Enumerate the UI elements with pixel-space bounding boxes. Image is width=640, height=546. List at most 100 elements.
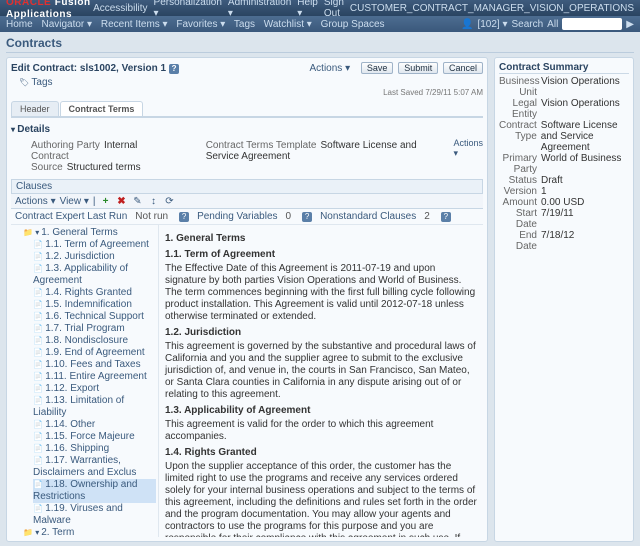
help-menu[interactable]: Help ▾ <box>297 0 318 19</box>
authoring-party-value: Internal <box>104 140 137 151</box>
summary-key: Amount <box>499 197 541 208</box>
clause-tree[interactable]: ▾1. General Terms 1.1. Term of Agreement… <box>11 225 159 537</box>
expert-label: Contract Expert Last Run <box>15 211 127 222</box>
recent-items-menu[interactable]: Recent Items ▾ <box>101 19 168 30</box>
tree-item[interactable]: 1.10. Fees and Taxes <box>33 359 156 371</box>
tree-item[interactable]: 1.5. Indemnification <box>33 299 156 311</box>
doc-h12: 1.2. Jurisdiction <box>165 327 477 339</box>
summary-val: World of Business <box>541 153 621 175</box>
template-label: Contract Terms Template <box>206 140 317 151</box>
tree-item[interactable]: 1.11. Entire Agreement <box>33 371 156 383</box>
help-icon[interactable]: ? <box>441 212 451 222</box>
search-input[interactable] <box>562 18 622 30</box>
tab-header[interactable]: Header <box>11 101 59 116</box>
refresh-icon[interactable]: ⟳ <box>164 195 176 207</box>
cancel-button[interactable]: Cancel <box>443 62 483 74</box>
personalization-menu[interactable]: Personalization ▾ <box>154 0 222 19</box>
edit-title: Edit Contract: sls1002, Version 1 <box>11 63 166 74</box>
nonstd-value: 2 <box>424 211 430 222</box>
clauses-title: Clauses <box>16 181 52 192</box>
tree-item[interactable]: 1.15. Force Majeure <box>33 431 156 443</box>
edit-icon[interactable]: ✎ <box>132 195 144 207</box>
current-user: CUSTOMER_CONTRACT_MANAGER_VISION_OPERATI… <box>350 3 634 14</box>
favorites-menu[interactable]: Favorites ▾ <box>176 19 225 30</box>
tree-item[interactable]: 1.13. Limitation of Liability <box>33 395 156 419</box>
clauses-actions[interactable]: Actions ▾ <box>15 196 56 207</box>
home-link[interactable]: Home <box>6 19 33 30</box>
admin-menu[interactable]: Administration ▾ <box>228 0 291 19</box>
accessibility-link[interactable]: Accessibility <box>93 3 147 14</box>
nonstd-label[interactable]: Nonstandard Clauses <box>320 211 416 222</box>
add-icon[interactable]: + <box>100 195 112 207</box>
contract-source-label: Contract Source <box>31 151 69 173</box>
tags-link[interactable]: Tags <box>234 19 255 30</box>
move-icon[interactable]: ↕ <box>148 195 160 207</box>
tree-item[interactable]: 1.8. Nondisclosure <box>33 335 156 347</box>
oracle-logo: ORACLE <box>6 0 51 8</box>
summary-val: 0.00 USD <box>541 197 584 208</box>
signout-link[interactable]: Sign Out <box>324 0 344 19</box>
summary-val: Vision Operations <box>541 98 620 120</box>
details-header[interactable]: Details <box>11 124 483 135</box>
tab-contract-terms[interactable]: Contract Terms <box>60 101 144 116</box>
search-label: Search <box>511 19 543 30</box>
group-spaces-link[interactable]: Group Spaces <box>321 19 385 30</box>
navigator-menu[interactable]: Navigator ▾ <box>41 19 92 30</box>
summary-key: Legal Entity <box>499 98 541 120</box>
pending-label[interactable]: Pending Variables <box>197 211 277 222</box>
watchlist-menu[interactable]: Watchlist ▾ <box>264 19 312 30</box>
summary-val: 7/18/12 <box>541 230 574 252</box>
details-actions-menu[interactable]: Actions ▾ <box>453 138 483 159</box>
tree-item[interactable]: 1.16. Shipping <box>33 443 156 455</box>
clause-document[interactable]: 1. General Terms 1.1. Term of Agreement … <box>159 225 483 537</box>
tree-item[interactable]: 1.4. Rights Granted <box>33 287 156 299</box>
contract-source-value: Structured terms <box>67 162 141 173</box>
clauses-view[interactable]: View ▾ <box>60 196 89 207</box>
tree-item[interactable]: 1.2. Jurisdiction <box>33 251 156 263</box>
summary-key: Start Date <box>499 208 541 230</box>
authoring-party-label: Authoring Party <box>31 140 100 151</box>
tree-item[interactable]: 1.14. Other <box>33 419 156 431</box>
expert-value: Not run <box>135 211 168 222</box>
tree-item[interactable]: 1.19. Viruses and Malware <box>33 503 156 527</box>
doc-h1: 1. General Terms <box>165 233 477 245</box>
doc-h11: 1.1. Term of Agreement <box>165 249 477 261</box>
doc-h14: 1.4. Rights Granted <box>165 447 477 459</box>
help-icon[interactable]: ? <box>302 212 312 222</box>
summary-val: 7/19/11 <box>541 208 574 230</box>
submit-button[interactable]: Submit <box>398 62 438 74</box>
doc-p11: The Effective Date of this Agreement is … <box>165 263 477 323</box>
tree-item[interactable]: 1.9. End of Agreement <box>33 347 156 359</box>
actions-menu[interactable]: Actions ▾ <box>310 63 351 74</box>
tree-item[interactable]: 1.6. Technical Support <box>33 311 156 323</box>
tree-item[interactable]: 1.1. Term of Agreement <box>33 239 156 251</box>
tree-item[interactable]: 1.17. Warranties, Disclaimers and Exclus <box>33 455 156 479</box>
tree-item[interactable]: 1.18. Ownership and Restrictions <box>33 479 156 503</box>
summary-val: Draft <box>541 175 563 186</box>
summary-title: Contract Summary <box>499 62 629 74</box>
summary-key: Version <box>499 186 541 197</box>
tree-item[interactable]: 1.3. Applicability of Agreement <box>33 263 156 287</box>
user-badge[interactable]: [102] ▾ <box>477 19 507 30</box>
pending-value: 0 <box>286 211 292 222</box>
summary-val: Vision Operations <box>541 76 620 98</box>
tree-section-2[interactable]: ▾2. Term 2.1. Term Designation <box>23 527 156 537</box>
summary-key: Contract Type <box>499 120 541 153</box>
tree-item[interactable]: 1.12. Export <box>33 383 156 395</box>
help-icon[interactable]: ? <box>169 64 179 74</box>
save-button[interactable]: Save <box>361 62 394 74</box>
tree-section-1[interactable]: ▾1. General Terms 1.1. Term of Agreement… <box>23 227 156 527</box>
summary-key: End Date <box>499 230 541 252</box>
doc-p12: This agreement is governed by the substa… <box>165 341 477 401</box>
help-icon[interactable]: ? <box>179 212 189 222</box>
delete-icon[interactable]: ✖ <box>116 195 128 207</box>
tags-link-sub[interactable]: Tags <box>31 77 52 88</box>
page-title: Contracts <box>6 36 634 53</box>
last-saved: Last Saved 7/29/11 5:07 AM <box>11 88 483 97</box>
summary-val: 1 <box>541 186 547 197</box>
search-go-button[interactable]: ▶ <box>626 19 634 30</box>
summary-key: Business Unit <box>499 76 541 98</box>
tree-item[interactable]: 1.7. Trial Program <box>33 323 156 335</box>
doc-h13: 1.3. Applicability of Agreement <box>165 405 477 417</box>
search-scope[interactable]: All <box>547 19 558 30</box>
